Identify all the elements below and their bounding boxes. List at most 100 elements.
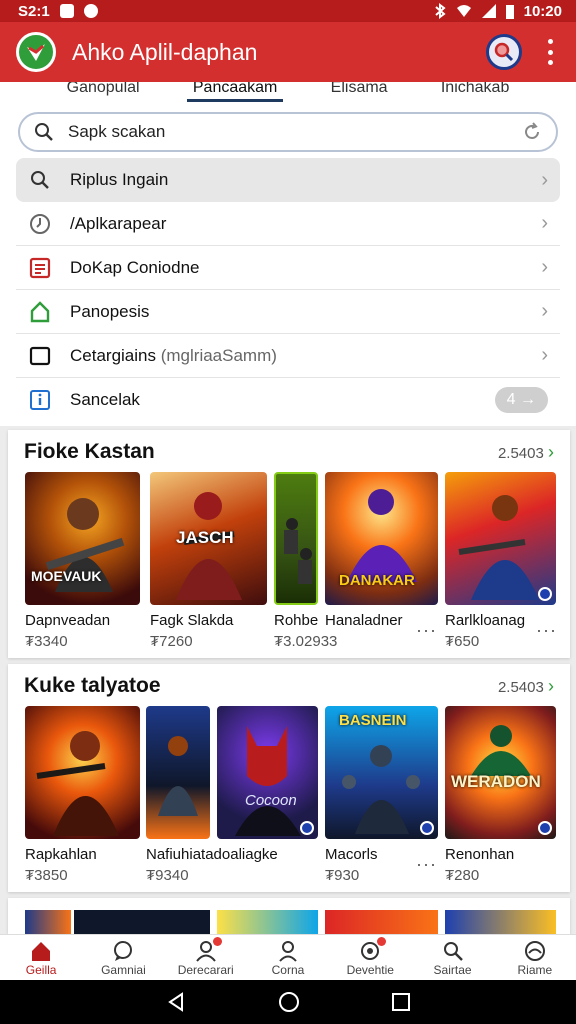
game-card[interactable]: Rapkahlan ₮3850 bbox=[25, 706, 140, 886]
person-icon bbox=[276, 939, 300, 963]
games-row: MOEVAUK Dapnveadan ₮3340 JASCH Fagk Slak… bbox=[8, 430, 570, 658]
refresh-icon[interactable] bbox=[522, 122, 542, 142]
menu-item-riplus-ingain[interactable]: Riplus Ingain › bbox=[16, 158, 560, 202]
nav-item-chat[interactable]: Gamniai bbox=[83, 935, 163, 980]
people-icon bbox=[194, 936, 222, 963]
notification-badge bbox=[212, 936, 222, 946]
sync-icon bbox=[83, 4, 98, 18]
nav-label: Geilla bbox=[25, 962, 57, 977]
menu-item-cetargiains[interactable]: Cetargiains (mglriaaSamm) › bbox=[16, 334, 560, 378]
status-bar: S2:1 10:20 bbox=[0, 0, 576, 22]
menu-item-sublabel: (mglriaaSamm) bbox=[160, 345, 277, 365]
game-thumbnail: Cocoon bbox=[217, 706, 318, 839]
square-icon bbox=[28, 344, 52, 368]
menu-item-label: Cetargiains (mglriaaSamm) bbox=[70, 346, 541, 366]
menu-item-label: Riplus Ingain bbox=[70, 170, 169, 189]
app-title: Ahko Aplil-daphan bbox=[72, 38, 258, 65]
nav-item-settings[interactable]: Devehtie bbox=[330, 935, 410, 980]
game-card[interactable]: JASCH Fagk Slakda ₮7260 bbox=[150, 472, 267, 652]
more-dot bbox=[547, 49, 553, 55]
chevron-right-icon: › bbox=[541, 212, 548, 234]
back-icon[interactable] bbox=[165, 991, 187, 1013]
profile-icon bbox=[523, 939, 547, 963]
game-thumbnail[interactable] bbox=[25, 910, 71, 934]
settings-icon bbox=[358, 936, 387, 963]
nav-item-person[interactable]: Corna bbox=[248, 935, 328, 980]
verified-badge-icon bbox=[420, 821, 434, 835]
game-card[interactable]: Nafiuhiatadoaliagke ₮9340 bbox=[146, 706, 278, 886]
tab-elisama[interactable]: Elisama bbox=[325, 82, 394, 102]
nav-item-search[interactable]: Sairtae bbox=[413, 935, 493, 980]
game-thumbnail[interactable] bbox=[74, 910, 210, 934]
search-placeholder: Sapk scakan bbox=[68, 122, 166, 141]
more-options-icon[interactable]: ··· bbox=[536, 620, 557, 641]
search-input[interactable]: Sapk scakan bbox=[18, 112, 558, 152]
more-options-button[interactable] bbox=[540, 39, 560, 65]
game-thumbnail: JASCH bbox=[150, 472, 267, 605]
game-thumbnail bbox=[445, 472, 556, 605]
signal-icon bbox=[481, 4, 496, 18]
menu-item-panopesis[interactable]: Panopesis › bbox=[16, 290, 560, 334]
nav-label: Devehtie bbox=[346, 962, 394, 977]
more-options-icon[interactable]: ··· bbox=[416, 620, 437, 641]
game-price: ₮7260 bbox=[150, 633, 193, 650]
game-thumbnail[interactable] bbox=[217, 910, 318, 934]
app-logo-icon[interactable] bbox=[16, 32, 56, 72]
game-thumbnail: BASNEIN bbox=[325, 706, 438, 839]
menu-item-aplkarapear[interactable]: /Aplkarapear › bbox=[16, 202, 560, 246]
game-name: Macorls bbox=[325, 846, 378, 863]
info-icon bbox=[28, 388, 52, 412]
game-price: ₮9340 bbox=[146, 867, 189, 884]
game-price: ₮280 bbox=[445, 867, 480, 884]
tab-inichakab[interactable]: Inichakab bbox=[435, 82, 516, 102]
game-art-title: DANAKAR bbox=[339, 572, 415, 589]
home-circle-icon[interactable] bbox=[278, 991, 300, 1013]
notification-badge bbox=[377, 936, 387, 946]
tab-ganopulal[interactable]: Ganopulal bbox=[61, 82, 146, 102]
game-name: Hanaladner bbox=[325, 612, 403, 629]
tab-pancaakam[interactable]: Pancaakam bbox=[186, 82, 284, 102]
game-thumbnail[interactable] bbox=[445, 910, 556, 934]
nav-item-people[interactable]: Derecarari bbox=[166, 935, 246, 980]
menu-item-sancelak[interactable]: Sancelak 4 → bbox=[16, 378, 560, 422]
game-card[interactable]: MOEVAUK Dapnveadan ₮3340 bbox=[25, 472, 140, 652]
game-card[interactable]: Cocoon bbox=[217, 706, 318, 886]
game-thumbnail[interactable] bbox=[325, 910, 438, 934]
chevron-right-icon: › bbox=[541, 300, 548, 322]
games-section-2: Kuke talyatoe 2.5403 › Rapkahlan ₮3850 N… bbox=[8, 664, 570, 892]
menu-card: Sapk scakan Riplus Ingain › /Aplkarapear… bbox=[0, 104, 576, 426]
game-thumbnail bbox=[146, 706, 210, 839]
clock-icon bbox=[28, 212, 52, 236]
verified-badge-icon bbox=[300, 821, 314, 835]
home-icon bbox=[28, 300, 52, 324]
game-art-title: MOEVAUK bbox=[31, 568, 102, 584]
game-card[interactable]: WERADON Renonhan ₮280 bbox=[445, 706, 556, 886]
game-card[interactable]: Rohbe ₮3.02933 bbox=[274, 472, 337, 652]
nav-label: Corna bbox=[271, 962, 305, 977]
status-time-left: S2:1 bbox=[18, 2, 50, 20]
game-price: ₮650 bbox=[445, 633, 480, 650]
tab-bar: Ganopulal Pancaakam Elisama Inichakab bbox=[0, 82, 576, 104]
more-dot bbox=[547, 60, 553, 65]
app-bar: Ahko Aplil-daphan bbox=[0, 22, 576, 82]
wifi-icon bbox=[456, 5, 471, 17]
count-pill[interactable]: 4 → bbox=[494, 387, 548, 413]
menu-item-label: Sancelak bbox=[70, 390, 140, 409]
game-name: Renonhan bbox=[445, 846, 515, 863]
recent-apps-icon[interactable] bbox=[391, 992, 411, 1012]
home-icon bbox=[29, 939, 53, 963]
chevron-right-icon: › bbox=[541, 168, 548, 191]
chat-icon bbox=[111, 939, 135, 963]
search-button[interactable] bbox=[486, 34, 522, 70]
verified-badge-icon bbox=[538, 587, 552, 601]
chevron-right-icon: › bbox=[541, 256, 548, 278]
more-options-icon[interactable]: ··· bbox=[416, 854, 437, 875]
system-navigation-bar bbox=[0, 980, 576, 1024]
menu-item-dokap-coniodne[interactable]: DoKap Coniodne › bbox=[16, 246, 560, 290]
nav-item-home[interactable]: Geilla bbox=[1, 935, 81, 980]
search-icon bbox=[28, 168, 52, 192]
search-icon bbox=[441, 939, 465, 963]
game-thumbnail: DANAKAR bbox=[325, 472, 438, 605]
nav-item-profile[interactable]: Riame bbox=[495, 935, 575, 980]
game-thumbnail bbox=[274, 472, 318, 605]
